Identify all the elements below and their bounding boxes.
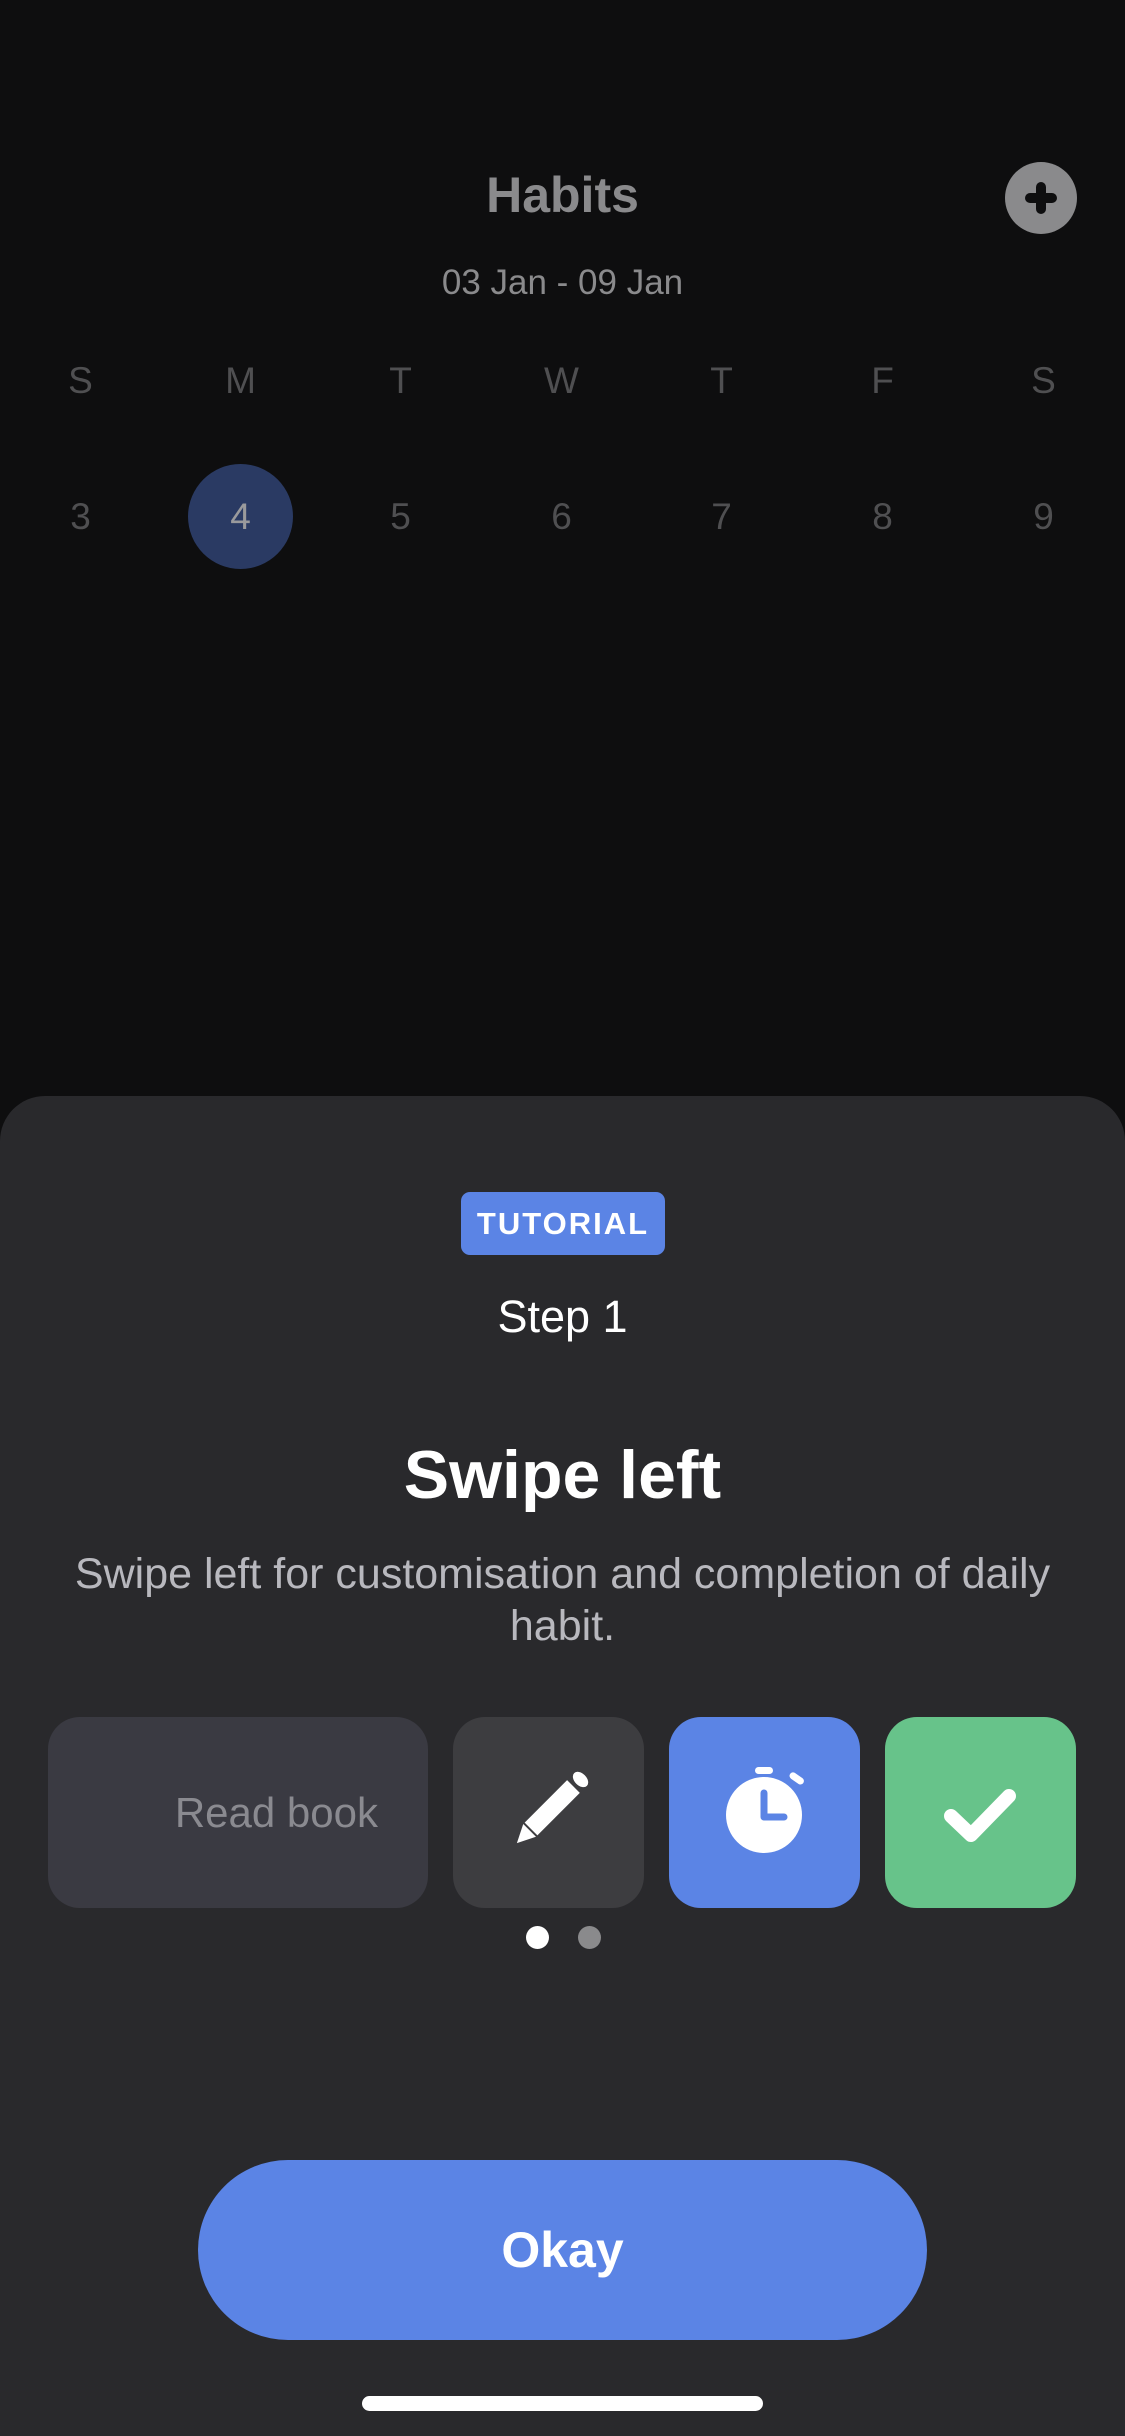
page-dot[interactable]	[578, 1926, 601, 1949]
day-number-selected: 4	[188, 464, 293, 569]
stopwatch-icon	[726, 1767, 804, 1853]
tutorial-title: Swipe left	[403, 1437, 722, 1513]
okay-button[interactable]: Okay	[198, 2160, 927, 2340]
day-fri[interactable]: F 8	[830, 360, 935, 569]
day-of-week-label: M	[225, 360, 256, 401]
demo-complete-action	[885, 1717, 1076, 1908]
tutorial-badge: TUTORIAL	[461, 1192, 665, 1255]
page-title: Habits	[486, 167, 639, 223]
day-sat[interactable]: S 9	[991, 360, 1096, 569]
checkmark-icon	[944, 1789, 1016, 1842]
day-of-week-label: T	[710, 360, 733, 401]
page-dot-active[interactable]	[526, 1926, 549, 1949]
day-number: 9	[1033, 496, 1054, 537]
day-of-week-label: W	[544, 360, 579, 401]
day-of-week-label: S	[1031, 360, 1056, 401]
demo-habit-row: Read book	[48, 1717, 428, 1908]
date-range: 03 Jan - 09 Jan	[441, 263, 684, 302]
step-label: Step 1	[497, 1291, 628, 1342]
day-sun[interactable]: S 3	[28, 360, 133, 569]
home-indicator	[362, 2396, 763, 2411]
demo-timer-action	[669, 1717, 860, 1908]
pencil-icon	[516, 1771, 589, 1844]
day-number: 5	[390, 496, 411, 537]
day-number: 8	[872, 496, 893, 537]
day-of-week-label: F	[871, 360, 894, 401]
day-of-week-label: T	[389, 360, 412, 401]
day-mon[interactable]: M 4	[188, 360, 293, 569]
tutorial-sheet: TUTORIAL Step 1 Swipe left Swipe left fo…	[0, 1096, 1125, 2436]
add-habit-button[interactable]	[1005, 162, 1077, 234]
day-number: 7	[711, 496, 732, 537]
day-tue[interactable]: T 5	[348, 360, 453, 569]
tutorial-description: Swipe left for customisation and complet…	[74, 1550, 1051, 1650]
day-wed[interactable]: W 6	[509, 360, 614, 569]
demo-edit-action	[453, 1717, 644, 1908]
day-of-week-label: S	[68, 360, 93, 401]
day-number: 6	[551, 496, 572, 537]
day-number: 3	[70, 496, 91, 537]
day-thu[interactable]: T 7	[669, 360, 774, 569]
